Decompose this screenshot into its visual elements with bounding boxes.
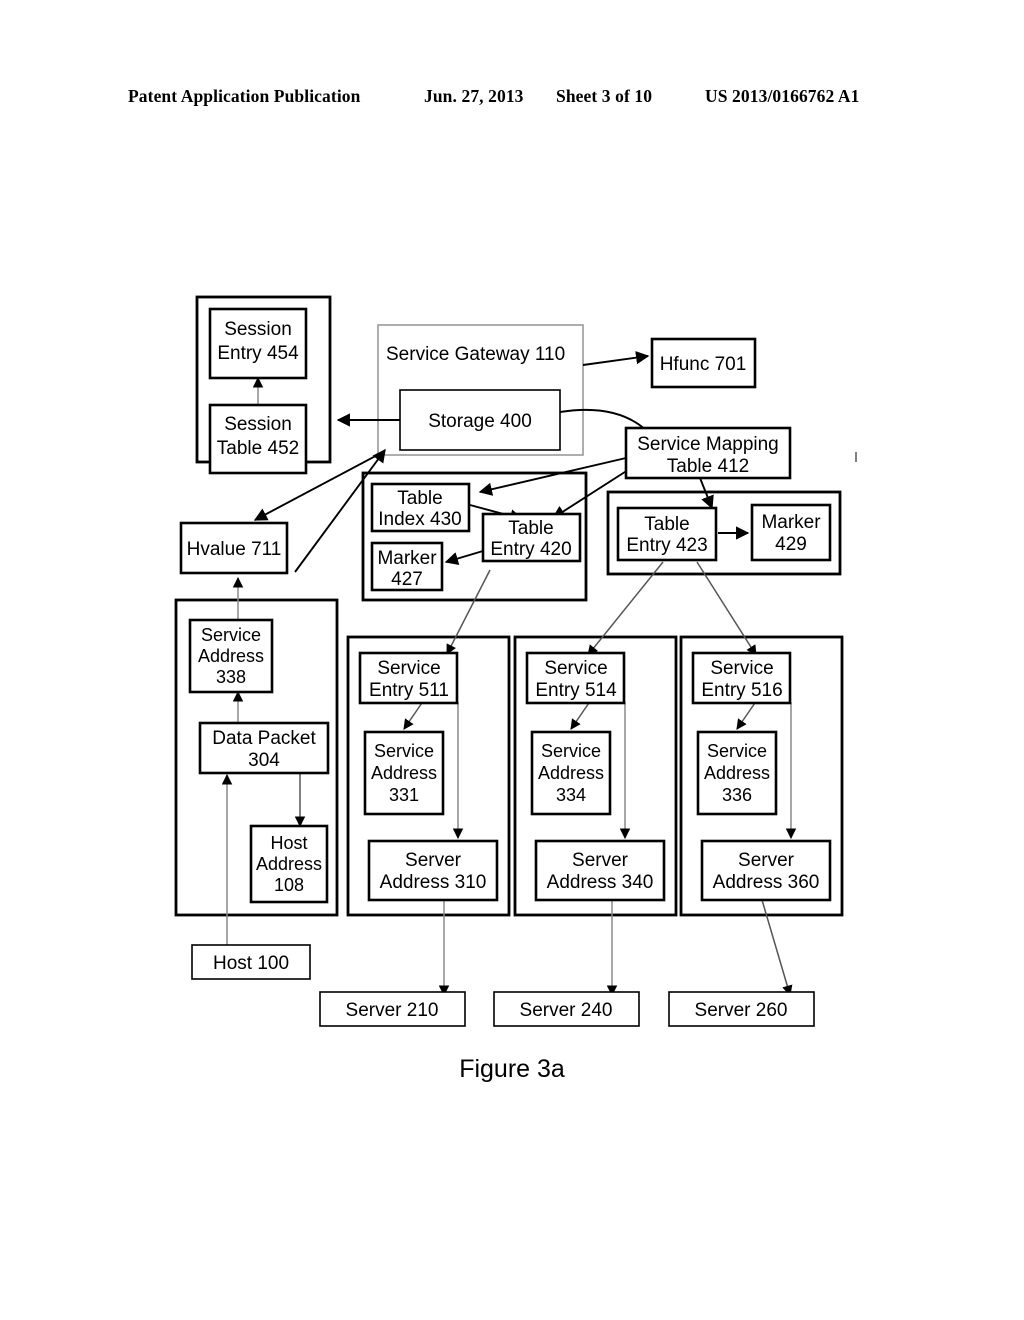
- box-host-address-108: Host Address 108: [249, 824, 329, 904]
- server-address-310-line1: Server: [405, 850, 462, 871]
- session-table-452-line1: Session: [224, 414, 292, 435]
- session-entry-454-line1: Session: [224, 319, 292, 340]
- box-service-address-338: Service Address 338: [188, 618, 274, 694]
- box-hvalue-711: Hvalue 711: [179, 521, 289, 575]
- box-hfunc-701: Hfunc 701: [650, 337, 757, 389]
- service-address-331-line1: Service: [374, 741, 434, 761]
- server-240-label: Server 240: [520, 1000, 613, 1021]
- table-entry-420-line1: Table: [508, 518, 553, 539]
- host-100-label: Host 100: [213, 953, 289, 974]
- service-entry-514-line2: Entry 514: [535, 680, 617, 701]
- marker-427-line1: Marker: [377, 548, 437, 569]
- host-address-108-line3: 108: [274, 875, 304, 895]
- box-server-260: Server 260: [668, 991, 815, 1027]
- server-address-340-line1: Server: [572, 850, 629, 871]
- service-entry-514-line1: Service: [544, 658, 607, 679]
- service-gateway-110-label: Service Gateway 110: [386, 344, 565, 365]
- service-entry-511-line1: Service: [377, 658, 440, 679]
- hfunc-701-label: Hfunc 701: [660, 354, 747, 375]
- box-service-address-336: Service Address 336: [696, 730, 778, 816]
- service-address-334-line1: Service: [541, 741, 601, 761]
- edge-gateway-to-hfunc: [582, 351, 650, 366]
- box-service-gateway-110: Service Gateway 110: [386, 344, 565, 365]
- smt-412-line2: Table 412: [667, 456, 749, 477]
- box-server-address-360: Server Address 360: [700, 839, 832, 902]
- box-marker-427: Marker 427: [370, 541, 444, 592]
- box-storage-400: Storage 400: [399, 389, 561, 451]
- smt-412-line1: Service Mapping: [637, 434, 779, 455]
- service-entry-511-line2: Entry 511: [369, 680, 449, 701]
- server-address-340-line2: Address 340: [547, 872, 654, 893]
- table-index-430-line2: Index 430: [378, 509, 461, 530]
- session-entry-454-line2: Entry 454: [217, 343, 299, 364]
- service-address-334-line2: Address: [538, 763, 604, 783]
- figure-3a-diagram: .bx { fill:#ffffff; stroke:#000000; stro…: [174, 295, 857, 1027]
- box-service-entry-516: Service Entry 516: [691, 651, 792, 705]
- service-address-336-line3: 336: [722, 785, 752, 805]
- table-entry-420-line2: Entry 420: [490, 539, 571, 560]
- table-entry-423-line1: Table: [644, 514, 689, 535]
- storage-400-label: Storage 400: [428, 411, 532, 432]
- box-table-entry-420: Table Entry 420: [481, 512, 582, 563]
- service-address-338-line2: Address: [198, 646, 264, 666]
- service-address-331-line3: 331: [389, 785, 419, 805]
- service-entry-516-line2: Entry 516: [701, 680, 782, 701]
- service-address-338-line3: 338: [216, 667, 246, 687]
- marker-429-line2: 429: [775, 534, 807, 555]
- box-table-entry-423: Table Entry 423: [616, 506, 718, 562]
- box-service-address-334: Service Address 334: [530, 730, 612, 816]
- table-entry-423-line2: Entry 423: [626, 535, 707, 556]
- service-address-336-line1: Service: [707, 741, 767, 761]
- box-server-address-310: Server Address 310: [367, 839, 499, 902]
- hvalue-711-label: Hvalue 711: [187, 539, 282, 560]
- figure-caption-text: Figure 3a: [459, 1055, 565, 1083]
- box-session-table-452: Session Table 452: [208, 403, 308, 475]
- box-service-entry-511: Service Entry 511: [358, 651, 459, 705]
- service-address-336-line2: Address: [704, 763, 770, 783]
- box-service-mapping-table-412: Service Mapping Table 412: [624, 426, 792, 480]
- box-service-address-331: Service Address 331: [363, 730, 445, 816]
- host-address-108-line1: Host: [270, 833, 307, 853]
- service-address-331-line2: Address: [371, 763, 437, 783]
- service-address-334-line3: 334: [556, 785, 586, 805]
- server-address-360-line2: Address 360: [713, 872, 820, 893]
- server-address-310-line2: Address 310: [380, 872, 487, 893]
- server-260-label: Server 260: [695, 1000, 788, 1021]
- box-service-entry-514: Service Entry 514: [525, 651, 626, 705]
- box-server-240: Server 240: [493, 991, 640, 1027]
- box-server-210: Server 210: [319, 991, 466, 1027]
- server-210-label: Server 210: [346, 1000, 439, 1021]
- box-marker-429: Marker 429: [750, 503, 832, 562]
- session-table-452-line2: Table 452: [217, 438, 299, 459]
- box-server-address-340: Server Address 340: [534, 839, 666, 902]
- data-packet-304-line2: 304: [248, 750, 280, 771]
- figure-caption: Figure 3a: [0, 1055, 1024, 1084]
- server-address-360-line1: Server: [738, 850, 795, 871]
- table-index-430-line1: Table: [397, 488, 442, 509]
- data-packet-304-line1: Data Packet: [212, 728, 316, 749]
- marker-427-line2: 427: [391, 569, 423, 590]
- service-address-338-line1: Service: [201, 625, 261, 645]
- box-session-entry-454: Session Entry 454: [208, 307, 308, 380]
- host-address-108-line2: Address: [256, 854, 322, 874]
- patent-page: Patent Application Publication Jun. 27, …: [0, 0, 1024, 1320]
- box-data-packet-304: Data Packet 304: [198, 721, 330, 775]
- marker-429-line1: Marker: [761, 512, 821, 533]
- box-table-index-430: Table Index 430: [370, 482, 471, 533]
- service-entry-516-line1: Service: [710, 658, 773, 679]
- box-host-100: Host 100: [191, 944, 311, 980]
